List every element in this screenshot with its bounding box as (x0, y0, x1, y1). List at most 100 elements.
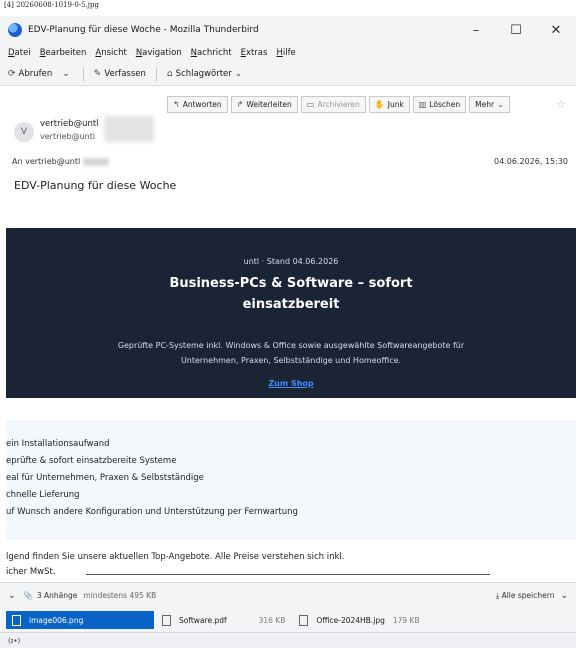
image-caption: [4] 20260608-1019-0-5.jpg (4, 1, 99, 9)
save-all-button[interactable]: ⤓ Alle speichern (496, 591, 555, 601)
window-title: EDV-Planung für diese Woche - Mozilla Th… (28, 25, 259, 35)
tag-icon: ⌂ (166, 68, 173, 79)
chevron-down-icon: ⌄ (497, 100, 504, 109)
save-all-label: Alle speichern (501, 590, 555, 600)
menu-file[interactable]: Datei (8, 48, 31, 58)
attachment-list: image006.png Software.pdf 316 KB Office-… (0, 608, 576, 632)
get-mail-dropdown[interactable]: ⌄ (62, 69, 73, 79)
menu-help[interactable]: Hilfe (276, 48, 295, 58)
message-body: untl · Stand 04.06.2026 Business-PCs & S… (0, 208, 576, 580)
banner-subtitle-line: Unternehmen, Praxen, Selbstständige und … (180, 356, 402, 365)
archive-label: Archivieren (317, 100, 360, 109)
message-date: 04.06.2026, 15:30 (494, 157, 568, 166)
menu-view[interactable]: Ansicht (95, 48, 126, 58)
redaction-blur (82, 157, 109, 166)
attachment-item[interactable]: Office-2024HB.jpg 179 KB (293, 611, 425, 629)
main-toolbar: ⟳ Abrufen ⌄ ✎ Verfassen ⌂ Schlagwörter ⌄ (0, 62, 576, 86)
list-item: eprüfte & sofort einsatzbereite Systeme (6, 456, 177, 466)
get-mail-icon: ⟳ (8, 68, 16, 79)
list-item: uf Wunsch andere Konfiguration und Unter… (6, 507, 298, 517)
archive-icon: ▭ (306, 100, 315, 109)
pdf-file-icon (162, 614, 171, 626)
message-header: ↰ Antworten ↱ Weiterleiten ▭ Archivieren… (0, 86, 576, 208)
attachment-name: Office-2024HB.jpg (316, 615, 385, 625)
get-mail-label: Abrufen (18, 68, 53, 79)
close-button[interactable]: ✕ (536, 23, 576, 38)
pencil-icon: ✎ (93, 68, 102, 79)
attachment-item[interactable]: image006.png (6, 611, 154, 629)
message-subject: EDV-Planung für diese Woche (14, 179, 177, 192)
recipient-line: An vertrieb@untl (12, 157, 109, 166)
banner-title-line: Business-PCs & Software – sofort (169, 276, 413, 291)
menu-bar: Datei Bearbeiten Ansicht Navigation Nach… (0, 44, 576, 62)
window-titlebar: EDV-Planung für diese Woche - Mozilla Th… (0, 16, 576, 44)
banner-subtitle: Geprüfte PC-Systeme inkl. Windows & Offi… (46, 338, 536, 368)
more-label: Mehr (475, 100, 495, 109)
junk-icon: ✋ (374, 100, 385, 109)
list-item: ein Installationsaufwand (6, 439, 110, 449)
get-mail-button[interactable]: ⟳ Abrufen (8, 69, 52, 79)
banner-stand: untl · Stand 04.06.2026 (243, 257, 339, 266)
write-label: Verfassen (104, 68, 146, 79)
menu-tools[interactable]: Extras (241, 48, 268, 58)
tags-label: Schlagwörter (175, 68, 232, 79)
banner-subtitle-line: Geprüfte PC-Systeme inkl. Windows & Offi… (117, 341, 465, 350)
message-actions: ↰ Antworten ↱ Weiterleiten ▭ Archivieren… (167, 96, 513, 113)
archive-button[interactable]: ▭ Archivieren (300, 96, 366, 113)
chevron-down-icon: ⌄ (62, 68, 70, 79)
junk-button[interactable]: ✋ Junk (368, 96, 410, 113)
delete-button[interactable]: ▥ Löschen (412, 96, 467, 113)
banner-title: Business-PCs & Software – sofort einsatz… (6, 273, 576, 315)
promo-banner: untl · Stand 04.06.2026 Business-PCs & S… (6, 228, 576, 398)
chevron-down-icon: ⌄ (234, 68, 243, 79)
tags-button[interactable]: ⌂ Schlagwörter ⌄ (167, 69, 245, 79)
attachment-name: image006.png (29, 615, 84, 625)
sender-address[interactable]: vertrieb@unti (40, 132, 95, 141)
trash-icon: ▥ (418, 100, 427, 109)
image-file-icon (12, 614, 21, 626)
forward-label: Weiterleiten (246, 100, 292, 109)
toolbar-divider (155, 66, 157, 81)
junk-label: Junk (387, 100, 404, 109)
list-item: eal für Unternehmen, Praxen & Selbststän… (6, 473, 204, 483)
attachment-bar: ⌄ 📎 3 Anhänge mindestens 495 KB ⤓ Alle s… (0, 582, 576, 608)
attachment-count: 3 Anhänge (36, 591, 78, 600)
feature-list: ein Installationsaufwand eprüfte & sofor… (6, 436, 298, 521)
avatar: V (14, 122, 34, 142)
thunderbird-logo-icon (8, 23, 22, 37)
reply-icon: ↰ (173, 100, 180, 109)
more-button[interactable]: Mehr ⌄ (469, 96, 510, 113)
banner-title-line: einsatzbereit (242, 297, 340, 312)
sender-name[interactable]: vertrieb@untl (40, 119, 99, 129)
attachment-name: Software.pdf (179, 615, 227, 625)
divider-line (86, 574, 490, 575)
save-all-dropdown-icon[interactable]: ⌄ (560, 591, 568, 601)
redaction-blur (104, 116, 154, 142)
intro-text: lgend finden Sie unsere aktuellen Top-An… (6, 550, 344, 580)
paperclip-icon: 📎 (23, 591, 33, 600)
minimize-button[interactable]: – (456, 23, 496, 38)
reply-button[interactable]: ↰ Antworten (167, 96, 228, 113)
star-icon[interactable]: ☆ (556, 98, 566, 111)
intro-line: lgend finden Sie unsere aktuellen Top-An… (6, 552, 345, 562)
toolbar-divider (82, 66, 84, 81)
menu-message[interactable]: Nachricht (191, 48, 232, 58)
menu-navigation[interactable]: Navigation (136, 48, 182, 58)
list-item: chnelle Lieferung (6, 490, 80, 500)
write-button[interactable]: ✎ Verfassen (94, 69, 146, 79)
attachment-size-hint: mindestens 495 KB (83, 591, 157, 600)
to-value[interactable]: vertrieb@untl (25, 157, 80, 166)
maximize-button[interactable]: ☐ (496, 23, 536, 38)
menu-edit[interactable]: Bearbeiten (40, 48, 87, 58)
status-bar: (ɪ•) (0, 632, 576, 648)
intro-line: icher MwSt. (6, 567, 56, 577)
shop-link[interactable]: Zum Shop (6, 379, 576, 388)
forward-button[interactable]: ↱ Weiterleiten (230, 96, 298, 113)
reply-label: Antworten (182, 100, 222, 109)
to-label: An (12, 157, 23, 166)
delete-label: Löschen (429, 100, 461, 109)
attachment-toggle-chevron-icon[interactable]: ⌄ (8, 591, 16, 601)
attachment-size: 179 KB (392, 615, 420, 625)
attachment-item[interactable]: Software.pdf 316 KB (156, 611, 291, 629)
window-controls: – ☐ ✕ (456, 23, 576, 38)
